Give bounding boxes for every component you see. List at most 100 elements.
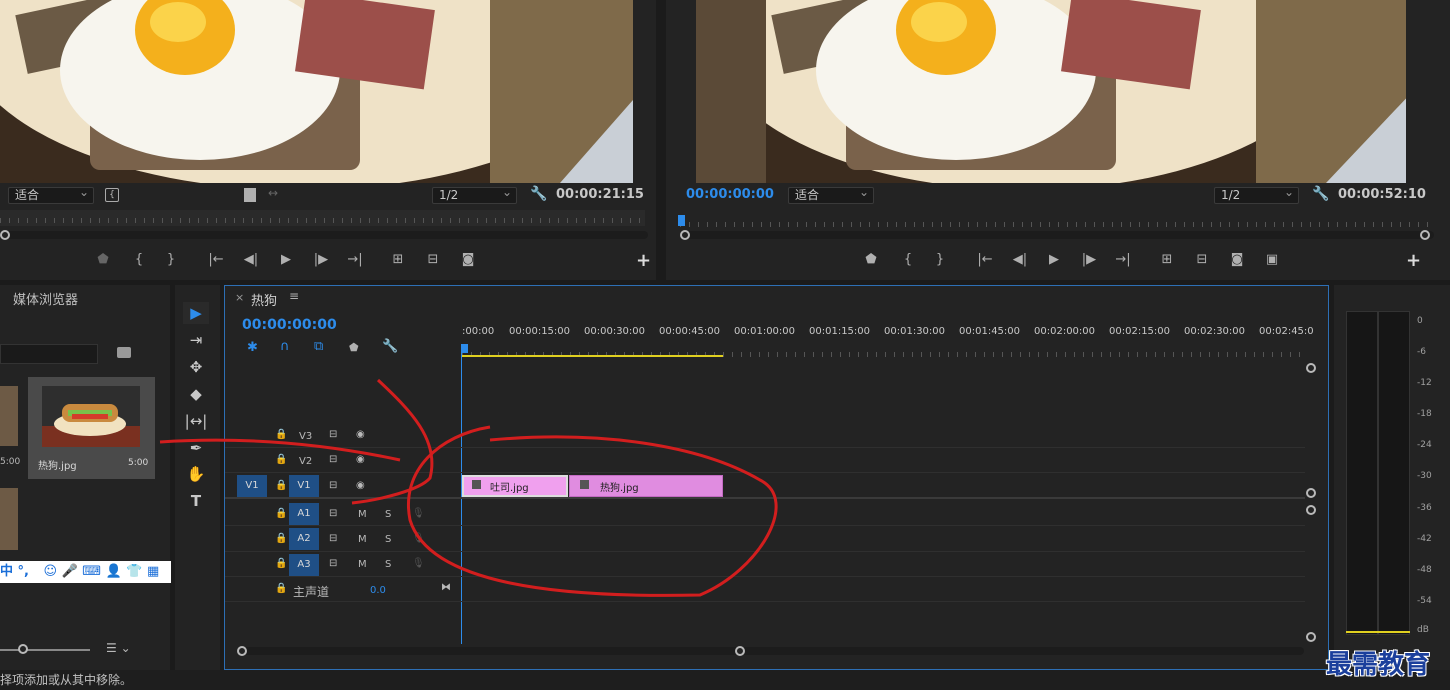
timeline-settings-icon[interactable]: 🔧 xyxy=(382,339,398,354)
source-fit-dropdown[interactable]: 适合 xyxy=(8,185,94,204)
program-resolution-dropdown[interactable]: 1/2 xyxy=(1214,185,1299,204)
track-target-v1[interactable]: V1 xyxy=(289,475,319,497)
lock-icon[interactable]: 🔒 xyxy=(275,508,287,519)
mute-button[interactable]: M xyxy=(358,559,367,570)
sync-lock-icon[interactable]: ⊟ xyxy=(329,480,337,491)
step-forward-icon[interactable]: |▶ xyxy=(310,250,332,270)
program-current-time[interactable]: 00:00:00:00 xyxy=(686,187,774,202)
master-volume-value[interactable]: 0.0 xyxy=(370,585,386,596)
sync-lock-icon[interactable]: ⊟ xyxy=(329,558,337,569)
program-zoom-scrollbar[interactable] xyxy=(682,231,1434,239)
wrench-icon[interactable]: 🔧 xyxy=(1312,186,1329,202)
mark-in-icon[interactable]: { xyxy=(897,250,919,270)
solo-button[interactable]: S xyxy=(385,559,391,570)
h-scroll-left-handle[interactable] xyxy=(237,646,247,656)
add-marker-icon[interactable]: ⬟ xyxy=(349,341,359,354)
pen-tool-icon[interactable]: ✒ xyxy=(183,437,209,459)
thumbnail-left-2[interactable] xyxy=(0,488,18,550)
clip-toast[interactable]: 吐司.jpg xyxy=(462,475,568,497)
sync-lock-icon[interactable]: ⊟ xyxy=(329,454,337,465)
eye-icon[interactable]: ◉ xyxy=(356,480,365,491)
go-to-out-icon[interactable]: →| xyxy=(344,250,366,270)
lock-icon[interactable]: 🔒 xyxy=(275,480,287,491)
play-icon[interactable]: ▶ xyxy=(1043,250,1065,270)
lock-icon[interactable]: 🔒 xyxy=(275,558,287,569)
search-input[interactable] xyxy=(0,344,98,364)
mute-button[interactable]: M xyxy=(358,509,367,520)
track-v2[interactable] xyxy=(225,448,1305,473)
camera-icon[interactable]: ◙ xyxy=(457,250,479,270)
go-to-in-icon[interactable]: |← xyxy=(205,250,227,270)
project-item-hotdog[interactable]: 热狗.jpg 5:00 xyxy=(28,377,155,479)
clip-hotdog[interactable]: 热狗.jpg xyxy=(569,475,723,497)
marker-icon[interactable]: ⬟ xyxy=(92,250,114,270)
mic-icon[interactable]: 🎙 xyxy=(412,558,425,569)
eye-icon[interactable]: ◉ xyxy=(356,429,365,440)
timeline-current-time[interactable]: 00:00:00:00 xyxy=(242,317,337,333)
eye-icon[interactable]: ◉ xyxy=(356,454,365,465)
program-time-ruler[interactable] xyxy=(680,214,1430,230)
ripple-edit-tool-icon[interactable]: ✥ xyxy=(183,356,209,378)
solo-button[interactable]: S xyxy=(385,509,391,520)
track-v3[interactable] xyxy=(225,423,1305,448)
sync-lock-icon[interactable]: ⊟ xyxy=(329,429,337,440)
mark-out-icon[interactable]: } xyxy=(929,250,951,270)
track-master[interactable] xyxy=(225,577,1305,602)
lock-icon[interactable]: 🔒 xyxy=(275,454,287,465)
v-zoom-handle-top[interactable] xyxy=(1306,363,1316,373)
linked-selection-icon[interactable]: ⧉ xyxy=(314,339,323,354)
source-resolution-dropdown[interactable]: 1/2 xyxy=(432,185,517,204)
nest-icon[interactable]: ✱ xyxy=(247,340,258,355)
insert-icon[interactable]: { xyxy=(105,188,119,202)
step-forward-icon[interactable]: |▶ xyxy=(1078,250,1100,270)
lock-icon[interactable]: 🔒 xyxy=(275,533,287,544)
add-button[interactable]: + xyxy=(636,250,651,271)
slip-tool-icon[interactable]: |↔| xyxy=(183,410,209,432)
program-fit-dropdown[interactable]: 适合 xyxy=(788,185,874,204)
marker-icon[interactable]: ⬟ xyxy=(860,250,882,270)
track-target-a1[interactable]: A1 xyxy=(289,503,319,525)
overwrite-edit-icon[interactable]: ⊟ xyxy=(422,250,444,270)
hand-tool-icon[interactable]: ✋ xyxy=(183,463,209,485)
solo-button[interactable]: S xyxy=(385,534,391,545)
media-browser-tab[interactable]: 媒体浏览器 xyxy=(13,289,78,308)
v-zoom-handle-mid[interactable] xyxy=(1306,488,1316,498)
timeline-h-scrollbar[interactable] xyxy=(239,647,1304,655)
zoom-slider-handle[interactable] xyxy=(18,644,28,654)
go-to-out-icon[interactable]: →| xyxy=(1112,250,1134,270)
lock-icon[interactable]: 🔒 xyxy=(275,429,287,440)
razor-tool-icon[interactable]: ◆ xyxy=(183,383,209,405)
mark-out-icon[interactable]: } xyxy=(160,250,182,270)
program-scroll-right-handle[interactable] xyxy=(1420,230,1430,240)
sequence-tab[interactable]: 热狗 xyxy=(251,290,277,309)
playhead-icon[interactable] xyxy=(678,215,685,226)
sort-icon[interactable]: ☰ ⌄ xyxy=(106,641,131,655)
compare-view-icon[interactable]: ▣ xyxy=(1261,250,1283,270)
snap-icon[interactable]: ∩ xyxy=(280,339,290,354)
sync-lock-icon[interactable]: ⊟ xyxy=(329,533,337,544)
track-target-a3[interactable]: A3 xyxy=(289,554,319,576)
thumbnail-left[interactable] xyxy=(0,386,18,446)
close-tab-icon[interactable]: × xyxy=(235,291,244,304)
go-to-in-icon[interactable]: |← xyxy=(974,250,996,270)
track-select-tool-icon[interactable]: ⇥ xyxy=(183,329,209,351)
track-v1[interactable] xyxy=(225,473,1305,499)
drag-video-icon[interactable]: ↔ xyxy=(268,186,278,200)
new-bin-icon[interactable] xyxy=(117,347,131,358)
source-patch-v1[interactable]: V1 xyxy=(237,475,267,497)
a-zoom-handle-top[interactable] xyxy=(1306,505,1316,515)
camera-icon[interactable]: ◙ xyxy=(1226,250,1248,270)
wrench-icon[interactable]: 🔧 xyxy=(530,186,547,202)
playhead-icon[interactable] xyxy=(461,344,468,353)
source-zoom-scrollbar[interactable] xyxy=(0,231,648,239)
extract-icon[interactable]: ⊟ xyxy=(1191,250,1213,270)
source-time-ruler[interactable] xyxy=(0,210,645,226)
add-button[interactable]: + xyxy=(1406,250,1421,271)
zoom-slider[interactable] xyxy=(0,649,90,651)
mute-button[interactable]: M xyxy=(358,534,367,545)
go-to-end-icon[interactable]: ⧓ xyxy=(441,582,451,593)
selection-tool-icon[interactable]: ▶ xyxy=(183,302,209,324)
step-back-icon[interactable]: ◀| xyxy=(240,250,262,270)
mark-in-icon[interactable]: { xyxy=(128,250,150,270)
sync-lock-icon[interactable]: ⊟ xyxy=(329,508,337,519)
